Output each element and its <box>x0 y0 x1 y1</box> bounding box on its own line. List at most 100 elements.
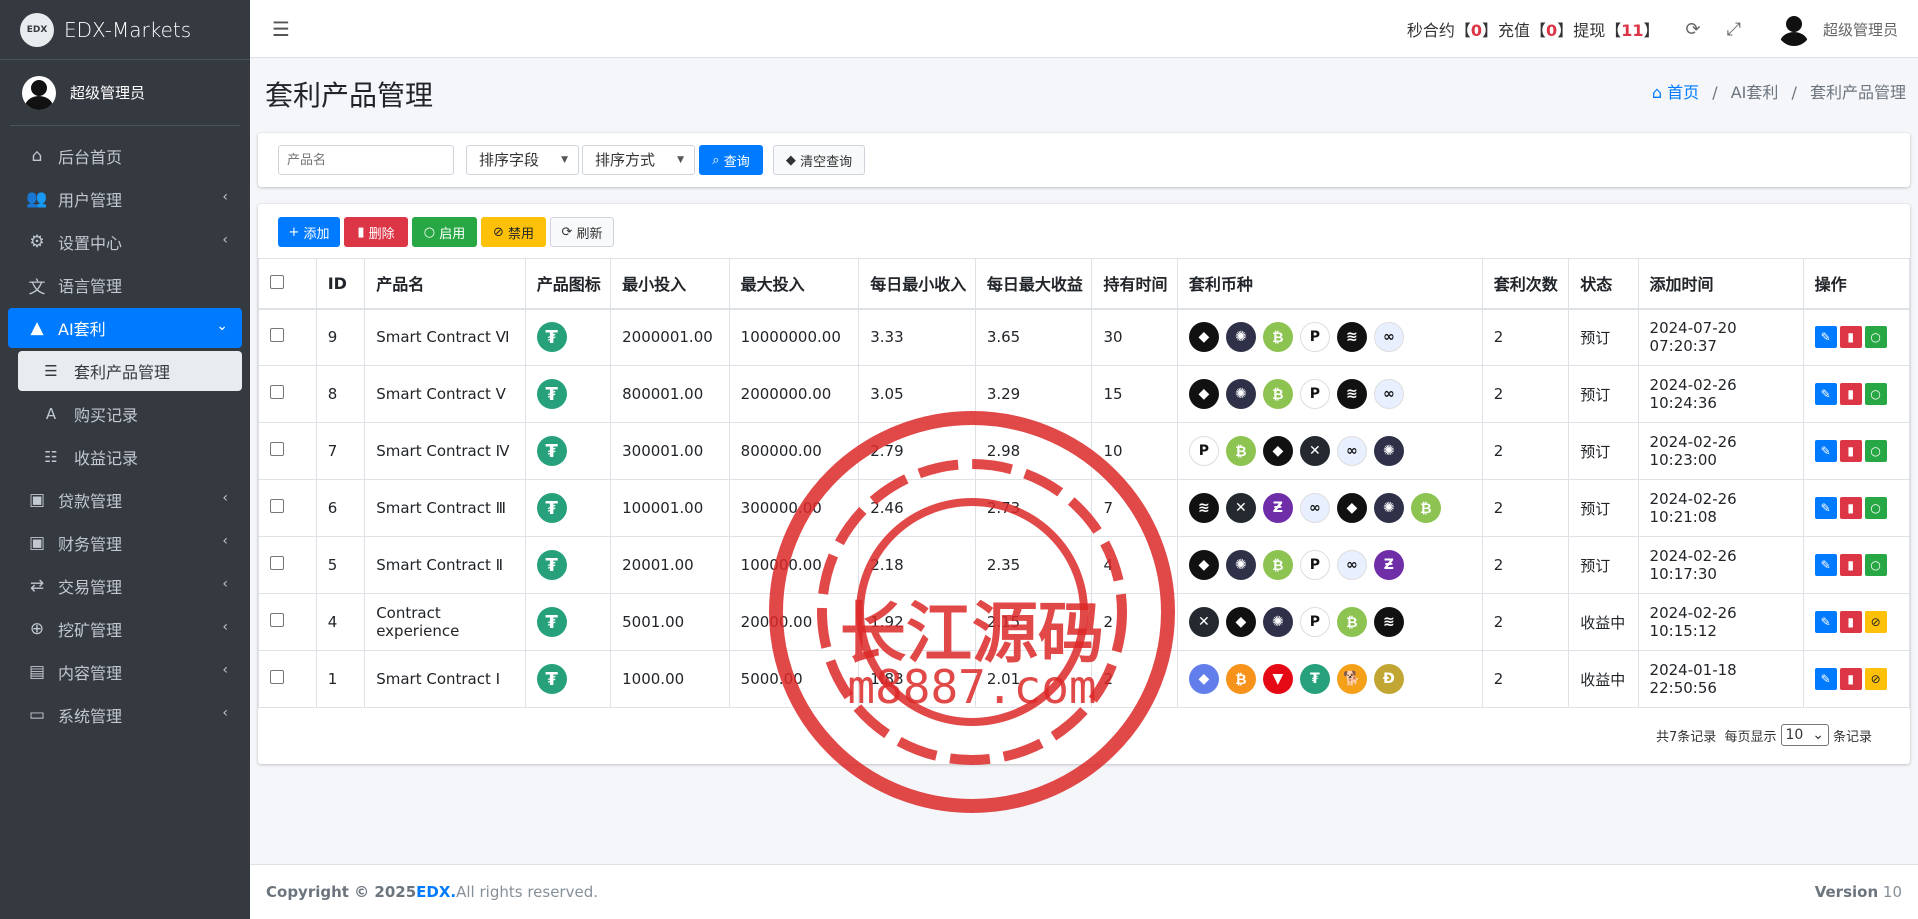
edit-button[interactable]: ✎ <box>1814 497 1837 519</box>
page-size-value: 10 <box>1785 727 1804 743</box>
row-checkbox[interactable] <box>270 670 284 684</box>
row-checkbox[interactable] <box>270 385 284 399</box>
breadcrumb-home[interactable]: ⌂ 首页 <box>1652 83 1699 102</box>
edit-button[interactable]: ✎ <box>1814 668 1837 690</box>
disable-button[interactable]: ⊘ 禁用 <box>481 217 546 247</box>
sidebar-item-label: 财务管理 <box>58 535 123 554</box>
stats-summary[interactable]: 秒合约【0】充值【0】提现【11】 <box>1407 17 1660 41</box>
enable-row-button[interactable]: ○ <box>1864 326 1887 349</box>
sort-order-select[interactable]: 排序方式 ▼ <box>582 145 695 175</box>
sidebar-item-1[interactable]: 👥 用户管理 ‹ <box>8 179 242 219</box>
link-coin-icon: ∞ <box>1299 493 1330 523</box>
edit-button[interactable]: ✎ <box>1814 611 1837 633</box>
row-actions: ✎ ▮ ○ <box>1814 497 1909 519</box>
sidebar-subitem-0[interactable]: ☰ 套利产品管理 <box>18 351 242 391</box>
table-cell: 1000.00 <box>610 650 730 708</box>
delete-row-button[interactable]: ▮ <box>1839 554 1862 576</box>
newspaper-icon: ▤ <box>28 662 46 682</box>
table-cell: ₮ <box>524 422 612 480</box>
atom-coin-icon: ✺ <box>1262 607 1293 637</box>
sidebar-item2-4[interactable]: ▤ 内容管理 ‹ <box>8 652 242 692</box>
chevron-left-icon: ‹ <box>222 232 228 248</box>
row-checkbox[interactable] <box>270 556 284 570</box>
table-cell: 100001.00 <box>610 479 730 537</box>
clear-query-button[interactable]: ◆ 清空查询 <box>773 145 865 175</box>
row-checkbox[interactable] <box>270 613 284 627</box>
refresh-icon[interactable]: ⟳ <box>1685 19 1700 40</box>
chevron-left-icon: ‹ <box>222 189 228 205</box>
refresh-button[interactable]: ⟳ 刷新 <box>550 217 614 247</box>
select-all-checkbox[interactable] <box>270 274 284 289</box>
enable-row-button[interactable]: ○ <box>1864 497 1887 519</box>
table-cell: 2024-02-26 10:21:08 <box>1637 479 1804 537</box>
breadcrumb-ai[interactable]: AI套利 <box>1731 83 1779 102</box>
query-button[interactable]: ⌕ 查询 <box>699 145 763 175</box>
disable-row-button[interactable]: ⊘ <box>1864 611 1887 633</box>
enable-button[interactable]: ○ 启用 <box>412 217 477 247</box>
row-checkbox[interactable] <box>270 442 284 456</box>
table-body: 9 Smart Contract Ⅵ ₮ 2000001.00 10000000.00 3… <box>258 308 1911 708</box>
delete-row-button[interactable]: ▮ <box>1839 668 1862 690</box>
edit-button[interactable]: ✎ <box>1814 326 1837 349</box>
avatar <box>22 75 56 110</box>
sort-field-select[interactable]: 排序字段 ▼ <box>466 145 579 175</box>
sidebar-item2-3[interactable]: ⊕ 挖矿管理 ‹ <box>8 609 242 649</box>
top-user-menu[interactable]: 超级管理员 <box>1776 12 1898 46</box>
add-button[interactable]: + 添加 <box>278 217 340 247</box>
product-name-input[interactable] <box>278 145 454 175</box>
zec-coin-icon: Ƶ <box>1373 550 1404 580</box>
usdt-icon: ₮ <box>536 379 567 409</box>
edit-button[interactable]: ✎ <box>1814 383 1837 405</box>
delete-row-button[interactable]: ▮ <box>1839 497 1862 519</box>
actions-cell: ✎ ▮ ○ <box>1802 479 1911 537</box>
table-cell: 10 <box>1091 422 1178 480</box>
delete-row-button[interactable]: ▮ <box>1839 611 1862 633</box>
enable-row-button[interactable]: ○ <box>1864 554 1887 576</box>
footer-brand-link[interactable]: EDX. <box>416 883 456 901</box>
sidebar-subitem-2[interactable]: ☷ 收益记录 <box>18 437 242 477</box>
delete-row-button[interactable]: ▮ <box>1839 326 1862 349</box>
brand-link[interactable]: EDX EDX-Markets <box>0 0 250 60</box>
page-size-select[interactable]: 10 ⌄ <box>1780 724 1829 746</box>
table-cell: 3.05 <box>858 365 976 423</box>
plus-icon: + <box>288 224 300 240</box>
sidebar-item2-1[interactable]: ▣ 财务管理 ‹ <box>8 523 242 563</box>
version-label: Version <box>1814 883 1879 901</box>
sidebar-item-4[interactable]: ▲ AI套利 ⌄ <box>8 308 242 348</box>
table-cell: 收益中 <box>1568 650 1639 708</box>
disable-row-button[interactable]: ⊘ <box>1864 668 1887 690</box>
table-cell: 6 <box>315 479 366 537</box>
menu-toggle-icon[interactable]: ☰ <box>272 17 290 41</box>
delete-row-button[interactable]: ▮ <box>1839 440 1862 462</box>
sidebar-item-0[interactable]: ⌂ 后台首页 <box>8 136 242 176</box>
table-cell: 2 <box>1481 479 1570 537</box>
fullscreen-icon[interactable]: ⤢ <box>1727 19 1741 40</box>
edit-button[interactable]: ✎ <box>1814 554 1837 576</box>
stat-label-end: 】 <box>1643 21 1660 40</box>
row-checkbox[interactable] <box>270 328 284 343</box>
delete-row-button[interactable]: ▮ <box>1839 383 1862 405</box>
chevron-down-icon: ⌄ <box>1812 727 1824 743</box>
sidebar-item-3[interactable]: 文语言管理 <box>8 265 242 305</box>
enable-row-button[interactable]: ○ <box>1864 440 1887 462</box>
table-card: + 添加 ▮ 删除 ○ 启用 ⊘ 禁用 ⟳ 刷新 ID 产品名 产品图标 最小投入 最大… <box>258 204 1911 764</box>
edit-button[interactable]: ✎ <box>1814 440 1837 462</box>
sidebar-item-2[interactable]: ⚙ 设置中心 ‹ <box>8 222 242 262</box>
users-icon: 👥 <box>26 189 48 209</box>
enable-row-button[interactable]: ○ <box>1864 383 1887 405</box>
eos-coin-icon: ◆ <box>1188 322 1219 353</box>
sidebar-item2-0[interactable]: ▣ 贷款管理 ‹ <box>8 480 242 520</box>
table-cell: 2024-02-26 10:24:36 <box>1637 365 1804 423</box>
delete-button[interactable]: ▮ 删除 <box>344 217 408 247</box>
table-cell: 15 <box>1091 365 1178 423</box>
exchange-icon: ⇄ <box>29 576 45 596</box>
sidebar-subitem-1[interactable]: A 购买记录 <box>18 394 242 434</box>
row-checkbox[interactable] <box>270 499 284 513</box>
table-cell: 2.35 <box>974 536 1093 594</box>
table-cell: 2.79 <box>858 422 976 480</box>
sidebar-item2-5[interactable]: ▭ 系统管理 ‹ <box>8 695 242 735</box>
sidebar-item2-2[interactable]: ⇄ 交易管理 ‹ <box>8 566 242 606</box>
stat-value-withdraw: 11 <box>1621 21 1644 40</box>
table-cell: 预订 <box>1568 422 1639 480</box>
user-panel[interactable]: 超级管理员 <box>10 60 240 126</box>
